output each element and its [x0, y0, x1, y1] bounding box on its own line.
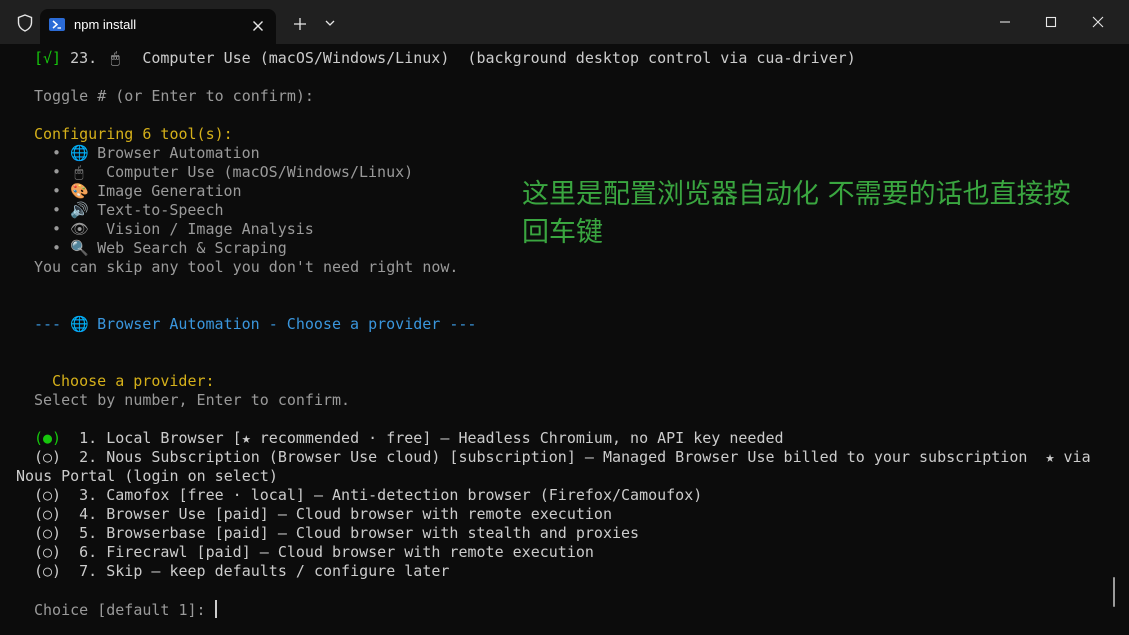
radio-unselected[interactable]: (○)	[34, 543, 61, 561]
mouse-icon: 🖱	[74, 163, 84, 181]
radio-unselected[interactable]: (○)	[34, 486, 61, 504]
annotation-line-1: 这里是配置浏览器自动化 不需要的话也直接按	[522, 179, 1071, 210]
item-text: Computer Use (macOS/Windows/Linux) (back…	[142, 49, 856, 67]
powershell-icon	[49, 18, 65, 31]
configuring-heading: Configuring 6 tool(s):	[34, 125, 233, 143]
radio-unselected[interactable]: (○)	[34, 524, 61, 542]
choice-prompt[interactable]: Choice [default 1]:	[34, 600, 217, 620]
toggle-prompt: Toggle # (or Enter to confirm):	[34, 87, 314, 105]
check-mark: [√]	[34, 49, 62, 67]
completed-item: [√] 23. 🖱 Computer Use (macOS/Windows/Li…	[34, 49, 856, 68]
section-title: Browser Automation - Choose a provider -…	[88, 315, 477, 333]
item-number: 23.	[70, 49, 98, 67]
maximize-icon[interactable]	[1040, 11, 1062, 33]
tool-list-item: • 🌐 Browser Automation	[52, 144, 260, 163]
globe-icon: 🌐	[70, 315, 89, 333]
bullet: •	[52, 239, 62, 257]
option-text: 1. Local Browser [★ recommended · free] …	[61, 429, 784, 447]
prompt-text: Choice [default 1]:	[34, 601, 215, 619]
radio-selected[interactable]: (●)	[34, 429, 61, 447]
tool-label: Vision / Image Analysis	[97, 220, 314, 238]
minimize-icon[interactable]	[994, 11, 1016, 33]
scrollbar[interactable]	[1113, 577, 1115, 607]
radio-unselected[interactable]: (○)	[34, 562, 61, 580]
tab-title: npm install	[74, 17, 137, 32]
skip-note: You can skip any tool you don't need rig…	[34, 258, 459, 276]
annotation-note: 这里是配置浏览器自动化 不需要的话也直接按 回车键	[522, 176, 1122, 252]
plus-icon[interactable]	[290, 14, 310, 34]
globe-icon: 🌐	[70, 144, 89, 162]
provider-option-3[interactable]: (○) 3. Camofox [free · local] — Anti-det…	[34, 486, 702, 505]
option-text-continued: Nous Portal (login on select)	[16, 467, 278, 485]
tab-npm-install[interactable]: npm install	[40, 9, 276, 44]
option-text: 5. Browserbase [paid] — Cloud browser wi…	[61, 524, 640, 542]
provider-option-7[interactable]: (○) 7. Skip — keep defaults / configure …	[34, 562, 449, 581]
mouse-icon: 🖱	[110, 49, 120, 67]
tool-label: Computer Use (macOS/Windows/Linux)	[97, 163, 414, 181]
option-text: 3. Camofox [free · local] — Anti-detecti…	[61, 486, 703, 504]
text-cursor	[214, 600, 217, 618]
provider-option-1[interactable]: (●) 1. Local Browser [★ recommended · fr…	[34, 429, 784, 448]
tool-label: Image Generation	[97, 182, 242, 200]
option-text: 7. Skip — keep defaults / configure late…	[61, 562, 450, 580]
bullet: •	[52, 163, 62, 181]
choose-heading: Choose a provider:	[52, 372, 215, 390]
magnifier-icon: 🔍	[70, 239, 89, 257]
provider-option-2[interactable]: (○) 2. Nous Subscription (Browser Use cl…	[34, 448, 1091, 467]
tool-list-item: • 👁 Vision / Image Analysis	[52, 220, 314, 239]
annotation-line-2: 回车键	[522, 217, 603, 248]
radio-unselected[interactable]: (○)	[34, 505, 61, 523]
radio-unselected[interactable]: (○)	[34, 448, 61, 466]
bullet: •	[52, 182, 62, 200]
option-text: 4. Browser Use [paid] — Cloud browser wi…	[61, 505, 612, 523]
window-close-icon[interactable]	[1087, 11, 1109, 33]
bullet: •	[52, 144, 62, 162]
provider-option-4[interactable]: (○) 4. Browser Use [paid] — Cloud browse…	[34, 505, 612, 524]
bullet: •	[52, 201, 62, 219]
eye-icon: 👁	[70, 220, 90, 238]
speaker-icon: 🔊	[70, 201, 89, 219]
bullet: •	[52, 220, 62, 238]
close-icon[interactable]	[248, 16, 268, 36]
section-header: --- 🌐 Browser Automation - Choose a prov…	[34, 315, 476, 334]
select-hint: Select by number, Enter to confirm.	[34, 391, 351, 409]
chevron-down-icon[interactable]	[322, 15, 338, 31]
title-bar: npm install	[0, 0, 1129, 44]
tool-label: Text-to-Speech	[97, 201, 224, 219]
option-text: 6. Firecrawl [paid] — Cloud browser with…	[61, 543, 594, 561]
tool-label: Browser Automation	[97, 144, 260, 162]
terminal-window: npm install [√] 23. 🖱 Computer Use (macO…	[0, 0, 1129, 635]
provider-option-6[interactable]: (○) 6. Firecrawl [paid] — Cloud browser …	[34, 543, 594, 562]
palette-icon: 🎨	[70, 182, 89, 200]
tool-list-item: • 🔍 Web Search & Scraping	[52, 239, 287, 258]
shield-icon[interactable]	[15, 13, 35, 33]
tool-label: Web Search & Scraping	[97, 239, 287, 257]
provider-option-5[interactable]: (○) 5. Browserbase [paid] — Cloud browse…	[34, 524, 639, 543]
tool-list-item: • 🖱 Computer Use (macOS/Windows/Linux)	[52, 163, 413, 182]
terminal-output[interactable]: [√] 23. 🖱 Computer Use (macOS/Windows/Li…	[0, 44, 1129, 635]
provider-option-2-wrap: Nous Portal (login on select)	[16, 467, 278, 486]
section-prefix: ---	[34, 315, 71, 333]
tool-list-item: • 🎨 Image Generation	[52, 182, 242, 201]
tool-list-item: • 🔊 Text-to-Speech	[52, 201, 224, 220]
option-text: 2. Nous Subscription (Browser Use cloud)…	[61, 448, 1091, 466]
